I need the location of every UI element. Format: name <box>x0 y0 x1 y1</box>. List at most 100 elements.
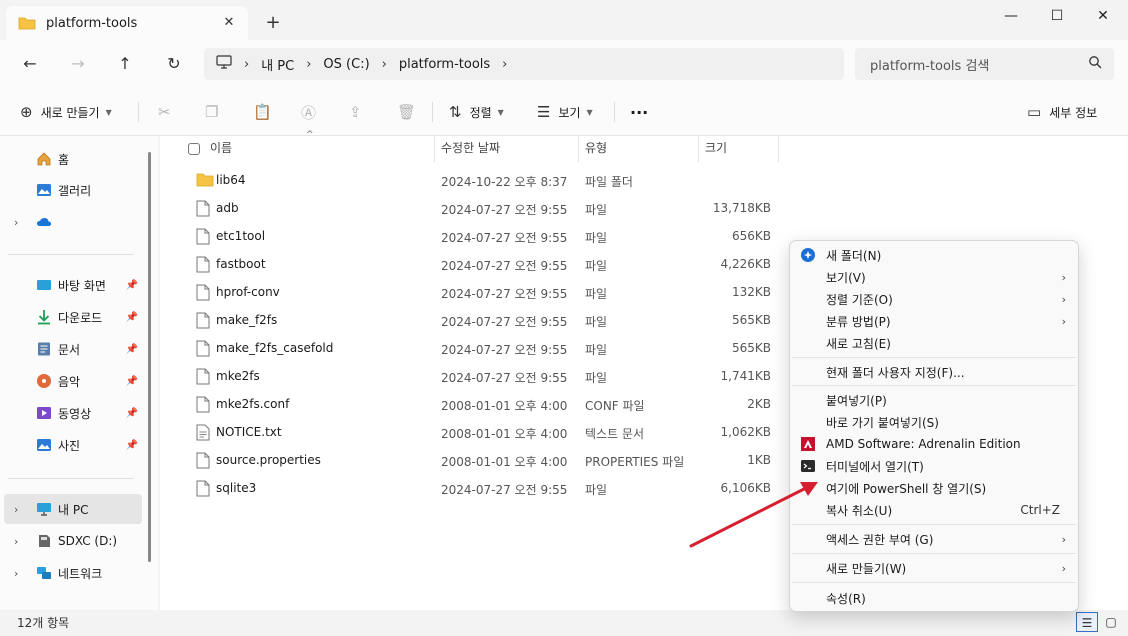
address-bar[interactable]: › 내 PC › OS (C:) › platform-tools › <box>204 48 844 80</box>
copy-button[interactable]: ❐ <box>205 100 226 124</box>
sidebar-item-network[interactable]: › 네트워크 <box>4 558 142 588</box>
refresh-button[interactable]: ↻ <box>159 50 189 78</box>
menu-item-give-access[interactable]: 액세스 권한 부여 (G) › <box>794 528 1076 550</box>
menu-item-label: 보기(V) <box>826 270 866 285</box>
breadcrumb-os-c[interactable]: OS (C:) <box>323 57 369 72</box>
menu-item-paste-shortcut[interactable]: 바로 가기 붙여넣기(S) <box>794 411 1076 433</box>
menu-item-sort-by[interactable]: 정렬 기준(O) › <box>794 288 1076 310</box>
close-window-button[interactable]: ✕ <box>1080 2 1126 30</box>
cut-button[interactable]: ✂ <box>158 100 179 124</box>
menu-item-paste[interactable]: 붙여넣기(P) <box>794 389 1076 411</box>
menu-item-properties[interactable]: 속성(R) <box>794 587 1076 609</box>
paste-button[interactable]: 📋 <box>253 100 280 124</box>
sidebar-item-pictures[interactable]: 사진 📌 <box>4 430 142 460</box>
sort-icon: ⇅ <box>449 103 462 121</box>
rename-button[interactable]: Ⓐ <box>301 100 324 124</box>
pin-icon[interactable]: 📌 <box>126 344 138 355</box>
forward-button[interactable]: → <box>63 50 93 78</box>
column-divider[interactable] <box>434 136 435 162</box>
column-divider[interactable] <box>778 136 779 162</box>
sidebar-item-music[interactable]: 음악 📌 <box>4 366 142 396</box>
share-icon: ⇪ <box>349 103 362 121</box>
details-pane-button[interactable]: ▭ 세부 정보 <box>1027 100 1097 124</box>
chevron-right-icon[interactable]: › <box>502 57 507 72</box>
column-header-name[interactable]: 이름 <box>210 136 232 162</box>
sidebar-item-videos[interactable]: 동영상 📌 <box>4 398 142 428</box>
breadcrumb-platform-tools[interactable]: platform-tools <box>399 57 490 72</box>
sidebar-item-downloads[interactable]: 다운로드 📌 <box>4 302 142 332</box>
table-row[interactable]: NOTICE.txt 2008-01-01 오후 4:00 텍스트 문서 1,062K… <box>160 418 780 446</box>
search-input[interactable]: platform-tools 검색 <box>855 48 1114 80</box>
table-row[interactable]: mke2fs.conf 2008-01-01 오후 4:00 CONF 파일 2KB <box>160 390 780 418</box>
pin-icon[interactable]: 📌 <box>126 440 138 451</box>
new-button[interactable]: ⊕ 새로 만들기 ▼ <box>20 100 112 124</box>
tab-platform-tools[interactable]: platform-tools ✕ <box>6 6 248 40</box>
sidebar-item-onedrive[interactable]: › <box>4 207 142 237</box>
menu-item-undo-copy[interactable]: 복사 취소(U) Ctrl+Z <box>794 499 1076 521</box>
chevron-right-icon[interactable]: › <box>14 503 18 516</box>
breadcrumb-my-pc[interactable]: 내 PC <box>261 55 294 74</box>
sidebar-item-sdxc[interactable]: › SDXC (D:) <box>4 526 142 556</box>
details-view-button[interactable]: ☰ <box>1076 612 1098 632</box>
table-row[interactable]: make_f2fs 2024-07-27 오전 9:55 파일 565KB <box>160 306 780 334</box>
table-row[interactable]: make_f2fs_casefold 2024-07-27 오전 9:55 파일 56… <box>160 334 780 362</box>
menu-item-group-by[interactable]: 분류 방법(P) › <box>794 310 1076 332</box>
divider <box>138 102 139 122</box>
new-tab-button[interactable]: + <box>262 12 284 34</box>
sidebar-item-this-pc[interactable]: › 내 PC <box>4 494 142 524</box>
close-tab-icon[interactable]: ✕ <box>218 12 240 34</box>
sidebar-item-label: 갤러리 <box>58 183 92 198</box>
more-options-button[interactable]: ··· <box>630 100 648 124</box>
menu-item-refresh[interactable]: 새로 고침(E) <box>794 332 1076 354</box>
sidebar-item-gallery[interactable]: 갤러리 <box>4 175 142 205</box>
minimize-button[interactable]: — <box>988 2 1034 30</box>
menu-item-customize-folder[interactable]: 현재 폴더 사용자 지정(F)... <box>794 361 1076 383</box>
menu-item-view[interactable]: 보기(V) › <box>794 266 1076 288</box>
menu-item-open-powershell-here[interactable]: 여기에 PowerShell 창 열기(S) <box>794 477 1076 499</box>
column-divider[interactable] <box>578 136 579 162</box>
table-row[interactable]: lib64 2024-10-22 오후 8:37 파일 폴더 <box>160 166 780 194</box>
column-header-size[interactable]: 크기 <box>705 136 727 162</box>
column-header-date[interactable]: 수정한 날짜 <box>441 136 500 162</box>
up-button[interactable]: ↑ <box>110 50 140 78</box>
file-icon <box>196 452 210 472</box>
menu-item-new-folder[interactable]: 새 폴더(N) <box>794 244 1076 266</box>
menu-item-open-in-terminal[interactable]: 터미널에서 열기(T) <box>794 455 1076 477</box>
delete-button[interactable]: 🗑 <box>397 100 424 124</box>
table-row[interactable]: adb 2024-07-27 오전 9:55 파일 13,718KB <box>160 194 780 222</box>
column-header-type[interactable]: 유형 <box>585 136 607 162</box>
select-all-checkbox[interactable] <box>188 143 200 155</box>
pin-icon[interactable]: 📌 <box>126 312 138 323</box>
back-button[interactable]: ← <box>15 50 45 78</box>
chevron-right-icon[interactable]: › <box>382 57 387 72</box>
sidebar-item-home[interactable]: 홈 <box>4 144 142 174</box>
text-file-icon <box>196 424 210 444</box>
download-icon <box>36 309 52 325</box>
table-row[interactable]: sqlite3 2024-07-27 오전 9:55 파일 6,106KB <box>160 474 780 502</box>
table-row[interactable]: etc1tool 2024-07-27 오전 9:55 파일 656KB <box>160 222 780 250</box>
maximize-button[interactable]: ☐ <box>1034 2 1080 30</box>
table-row[interactable]: mke2fs 2024-07-27 오전 9:55 파일 1,741KB <box>160 362 780 390</box>
chevron-right-icon[interactable]: › <box>14 216 18 229</box>
details-button-label: 세부 정보 <box>1049 105 1098 120</box>
tiles-view-button[interactable]: ▢ <box>1100 612 1122 632</box>
pin-icon[interactable]: 📌 <box>126 280 138 291</box>
pin-icon[interactable]: 📌 <box>126 408 138 419</box>
table-row[interactable]: source.properties 2008-01-01 오후 4:00 PROPE… <box>160 446 780 474</box>
file-size: 1,062KB <box>720 425 771 439</box>
sidebar-item-documents[interactable]: 문서 📌 <box>4 334 142 364</box>
sidebar-item-desktop[interactable]: 바탕 화면 📌 <box>4 270 142 300</box>
column-divider[interactable] <box>698 136 699 162</box>
chevron-right-icon[interactable]: › <box>14 535 18 548</box>
menu-item-amd-software[interactable]: AMD Software: Adrenalin Edition <box>794 433 1076 455</box>
table-row[interactable]: hprof-conv 2024-07-27 오전 9:55 파일 132KB <box>160 278 780 306</box>
pin-icon[interactable]: 📌 <box>126 376 138 387</box>
menu-item-new[interactable]: 새로 만들기(W) › <box>794 557 1076 579</box>
view-button[interactable]: ☰ 보기 ▼ <box>537 100 593 124</box>
sidebar-scrollbar[interactable] <box>148 152 151 562</box>
table-row[interactable]: fastboot 2024-07-27 오전 9:55 파일 4,226KB <box>160 250 780 278</box>
share-button[interactable]: ⇪ <box>349 100 370 124</box>
sort-button[interactable]: ⇅ 정렬 ▼ <box>449 100 504 124</box>
chevron-right-icon[interactable]: › <box>306 57 311 72</box>
chevron-right-icon[interactable]: › <box>14 567 18 580</box>
